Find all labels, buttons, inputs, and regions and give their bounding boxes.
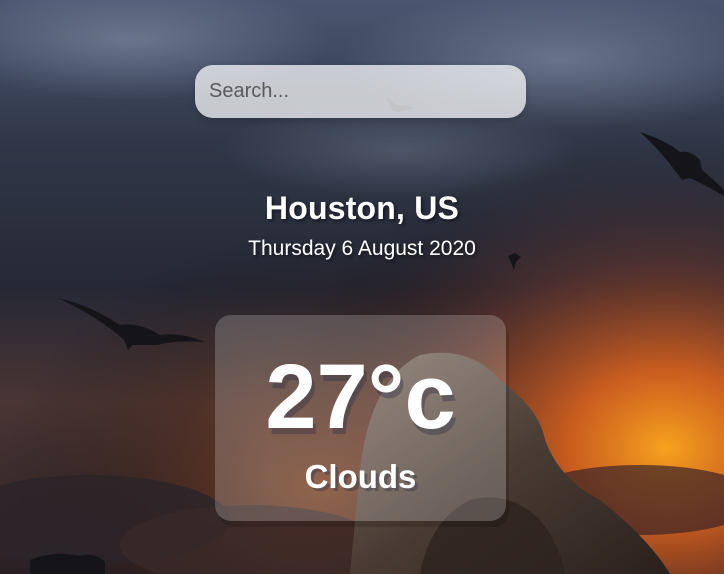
search-input[interactable] <box>195 65 526 118</box>
weather-card: 27°c Clouds <box>215 315 506 521</box>
location-title: Houston, US <box>264 190 460 226</box>
temperature-value: 27°c <box>265 346 456 448</box>
date-label: Thursday 6 August 2020 <box>248 237 476 260</box>
search-box[interactable] <box>195 65 526 118</box>
weather-condition: Clouds <box>304 458 417 495</box>
